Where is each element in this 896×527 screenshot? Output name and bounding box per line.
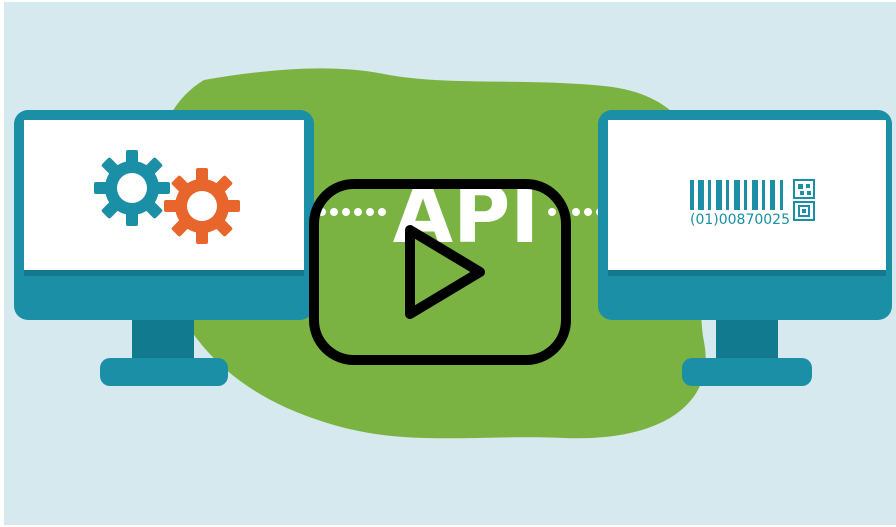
api-illustration: API (01)00870025 bbox=[4, 2, 896, 525]
left-monitor-base bbox=[100, 358, 228, 386]
video-thumbnail-frame: API (01)00870025 bbox=[0, 0, 896, 527]
barcode-number: (01)00870025 bbox=[690, 212, 790, 228]
video-thumbnail[interactable]: API (01)00870025 bbox=[4, 2, 896, 525]
right-monitor-neck bbox=[716, 320, 778, 364]
right-monitor-base bbox=[682, 358, 812, 386]
left-monitor-neck bbox=[132, 320, 194, 364]
left-screen bbox=[24, 120, 304, 270]
